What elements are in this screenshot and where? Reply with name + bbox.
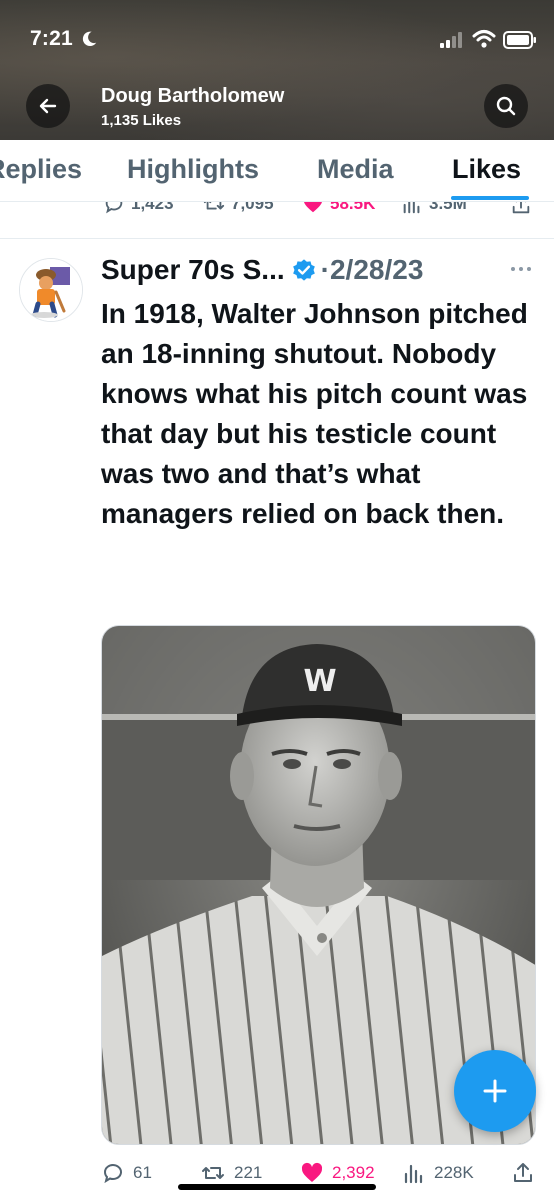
tweet-header: Super 70s S... · 2/28/23 [101,252,423,288]
prev-views-button[interactable]: 3.5M [401,202,467,215]
compose-button[interactable] [454,1050,536,1132]
verified-icon [292,259,315,281]
profile-likes-count: 1,135 Likes [101,112,182,129]
previous-tweet-actions: 1,423 7,095 58.5K 3.5M [0,202,554,220]
author-name[interactable]: Super 70s S... [101,254,285,286]
retweet-button[interactable]: 221 [200,1161,262,1185]
prev-view-count: 3.5M [429,202,467,213]
share-icon [514,1163,532,1182]
prev-retweet-button[interactable]: 7,095 [203,202,274,215]
share-icon[interactable] [510,202,532,216]
tweet-separator: · [320,254,330,285]
share-button[interactable] [511,1161,535,1185]
reply-button[interactable]: 61 [101,1161,152,1185]
plus-icon [483,1079,507,1103]
view-count: 228K [434,1163,474,1182]
status-bar: 7:21 [0,0,554,80]
reply-icon [105,202,123,214]
views-icon [404,1164,423,1184]
moon-icon [82,31,97,47]
retweet-count: 221 [234,1163,263,1182]
reply-icon [104,1164,122,1184]
heart-icon [304,202,322,213]
tab-replies[interactable]: Replies [0,154,82,185]
prev-like-count: 58.5K [330,202,376,213]
back-button[interactable] [26,84,70,128]
tab-likes[interactable]: Likes [452,154,521,185]
back-arrow-icon [39,98,57,114]
profile-tab-bar: Replies Highlights Media Likes [0,140,554,202]
prev-like-button[interactable]: 58.5K [302,202,375,215]
battery-icon [503,31,536,49]
wifi-icon [472,30,496,48]
reply-count: 61 [133,1163,152,1182]
status-time: 7:21 [30,27,73,50]
search-icon [496,96,516,116]
like-count: 2,392 [332,1163,375,1182]
signal-icon [440,32,462,48]
tab-media[interactable]: Media [317,154,394,185]
author-avatar[interactable] [19,258,83,322]
cap-letter: W [303,664,336,699]
heart-icon [301,1162,323,1182]
views-button[interactable]: 228K [402,1161,474,1185]
like-button[interactable]: 2,392 [300,1161,375,1185]
tweet-date[interactable]: 2/28/23 [330,254,423,286]
avatar-image [20,259,82,321]
search-button[interactable] [484,84,528,128]
home-indicator [178,1184,376,1190]
prev-retweet-count: 7,095 [231,202,274,213]
retweet-icon [202,1167,224,1179]
views-icon [403,202,420,214]
tweet-divider [0,238,554,239]
profile-header: 7:21 Doug Bartholomew 1,135 Likes [0,0,554,140]
prev-reply-count: 1,423 [131,202,174,213]
profile-name: Doug Bartholomew [101,85,285,107]
prev-reply-button[interactable]: 1,423 [103,202,174,215]
retweet-icon [203,202,225,210]
more-icon[interactable] [509,265,533,273]
tab-highlights[interactable]: Highlights [127,154,259,185]
tweet-text: In 1918, Walter Johnson pitched an 18-in… [101,298,528,529]
active-tab-indicator [451,196,529,200]
